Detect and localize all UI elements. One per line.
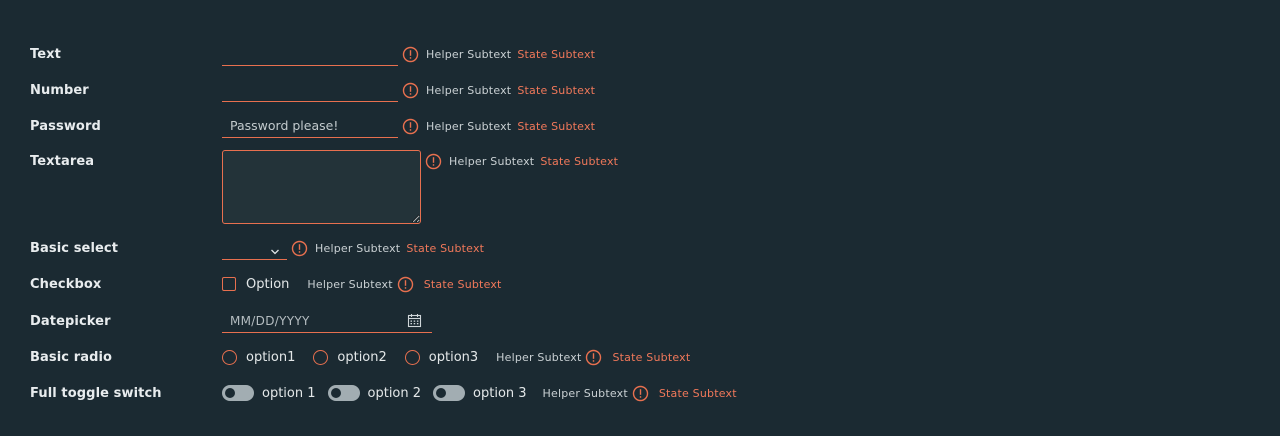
error-icon — [402, 46, 419, 63]
error-icon — [402, 118, 419, 135]
toggle-row: Full toggle switch option 1 option 2 opt… — [30, 381, 1280, 405]
datepicker-input[interactable]: MM/DD/YYYY — [222, 309, 432, 333]
datepicker-label: Datepicker — [30, 313, 111, 329]
basic-select[interactable] — [222, 236, 287, 260]
toggle-option-3[interactable]: option 3 — [433, 385, 527, 401]
toggle-knob — [436, 388, 447, 398]
password-row: Password Helper Subtext State Subtext — [30, 114, 1280, 138]
number-input[interactable] — [222, 78, 398, 102]
text-label: Text — [30, 46, 61, 62]
error-icon — [585, 349, 602, 366]
checkbox-row: Checkbox Option Helper Subtext State Sub… — [30, 272, 1280, 296]
radio-option-label[interactable]: option2 — [337, 350, 386, 365]
radio-button[interactable] — [313, 349, 329, 365]
radio-label: Basic radio — [30, 349, 113, 365]
helper-subtext: Helper Subtext — [496, 350, 582, 364]
error-icon — [397, 276, 414, 293]
state-subtext: State Subtext — [517, 83, 596, 97]
radio-option-2[interactable]: option2 — [313, 349, 387, 365]
radio-option-label[interactable]: option1 — [246, 350, 295, 365]
checkbox[interactable] — [222, 277, 236, 291]
error-icon — [425, 153, 442, 170]
radio-button[interactable] — [404, 349, 420, 365]
select-label: Basic select — [30, 240, 119, 256]
helper-subtext: Helper Subtext — [307, 277, 393, 291]
form-container: Text Helper Subtext State Subtext Number… — [0, 0, 1280, 436]
helper-subtext: Helper Subtext — [426, 83, 512, 97]
state-subtext: State Subtext — [406, 241, 485, 255]
toggle-option-label[interactable]: option 2 — [368, 386, 422, 401]
state-subtext: State Subtext — [612, 350, 691, 364]
toggle-option-2[interactable]: option 2 — [327, 385, 422, 401]
helper-subtext: Helper Subtext — [426, 119, 512, 133]
number-label: Number — [30, 82, 89, 98]
textarea-label: Textarea — [30, 154, 95, 169]
chevron-down-icon — [270, 242, 280, 255]
toggle-switch[interactable] — [327, 385, 360, 401]
select-row: Basic select Helper Subtext State Subtex… — [30, 236, 1280, 260]
state-subtext: State Subtext — [423, 277, 502, 291]
state-subtext: State Subtext — [517, 47, 596, 61]
radio-option-1[interactable]: option1 — [222, 349, 295, 365]
calendar-icon[interactable] — [407, 313, 422, 332]
toggle-knob — [330, 388, 341, 398]
toggle-option-1[interactable]: option 1 — [222, 385, 316, 401]
state-subtext: State Subtext — [540, 155, 619, 168]
checkbox-option-label[interactable]: Option — [246, 277, 289, 292]
datepicker-row: Datepicker MM/DD/YYYY — [30, 309, 1280, 333]
error-icon — [632, 385, 649, 402]
helper-subtext: Helper Subtext — [449, 155, 535, 168]
textarea-row: Textarea Helper Subtext State Subtext — [30, 150, 1280, 224]
toggle-switch[interactable] — [433, 385, 466, 401]
text-row: Text Helper Subtext State Subtext — [30, 42, 1280, 66]
datepicker-placeholder: MM/DD/YYYY — [230, 313, 310, 328]
error-icon — [402, 82, 419, 99]
helper-subtext: Helper Subtext — [542, 386, 628, 400]
textarea-input[interactable] — [222, 150, 421, 224]
state-subtext: State Subtext — [658, 386, 737, 400]
number-row: Number Helper Subtext State Subtext — [30, 78, 1280, 102]
toggle-option-label[interactable]: option 1 — [262, 386, 316, 401]
toggle-switch[interactable] — [222, 385, 254, 401]
radio-option-3[interactable]: option3 — [404, 349, 478, 365]
radio-button[interactable] — [222, 349, 237, 365]
password-input[interactable] — [222, 114, 398, 138]
checkbox-label: Checkbox — [30, 276, 102, 292]
state-subtext: State Subtext — [517, 119, 596, 133]
radio-option-label[interactable]: option3 — [429, 350, 478, 365]
toggle-label: Full toggle switch — [30, 385, 162, 401]
radio-row: Basic radio option1 option2 option3 Help… — [30, 345, 1280, 369]
toggle-option-label[interactable]: option 3 — [473, 386, 527, 401]
helper-subtext: Helper Subtext — [426, 47, 512, 61]
password-label: Password — [30, 118, 101, 134]
error-icon — [291, 240, 308, 257]
toggle-knob — [225, 388, 235, 398]
helper-subtext: Helper Subtext — [315, 241, 401, 255]
text-input[interactable] — [222, 42, 398, 66]
